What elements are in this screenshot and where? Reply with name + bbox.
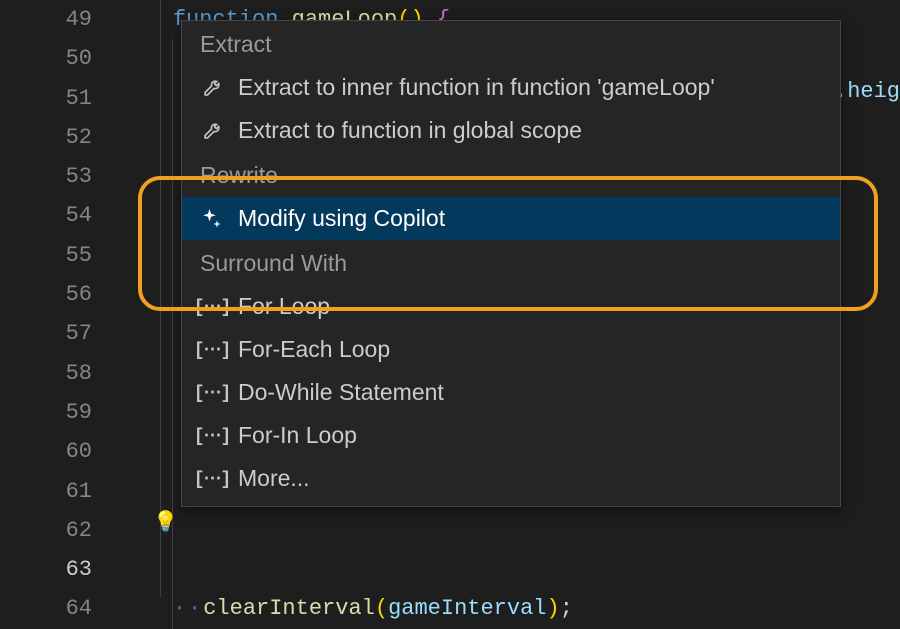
line-number: 61 [0,472,120,511]
snippet-icon: [⋯] [200,467,224,491]
line-number: 49 [0,0,120,39]
menu-item-label: For-In Loop [238,422,357,449]
snippet-icon: [⋯] [200,295,224,319]
more-item[interactable]: [⋯] More... [182,457,840,500]
menu-item-label: For-Each Loop [238,336,390,363]
line-number: 59 [0,393,120,432]
code-fragment: .heig [834,79,900,104]
line-number: 58 [0,354,120,393]
dowhile-item[interactable]: [⋯] Do-While Statement [182,371,840,414]
extract-inner-function-item[interactable]: Extract to inner function in function 'g… [182,66,840,109]
for-loop-item[interactable]: [⋯] For Loop [182,285,840,328]
section-header-extract: Extract [182,21,840,66]
section-header-surround: Surround With [182,240,840,285]
line-number: 62 [0,511,120,550]
line-number: 51 [0,79,120,118]
menu-item-label: Extract to inner function in function 'g… [238,74,715,101]
menu-item-label: For Loop [238,293,330,320]
wrench-icon [200,119,224,143]
line-number: 64 [0,589,120,628]
menu-item-label: More... [238,465,310,492]
line-number: 56 [0,275,120,314]
lightbulb-icon[interactable]: 💡 [153,509,178,534]
extract-global-function-item[interactable]: Extract to function in global scope [182,109,840,152]
section-header-rewrite: Rewrite [182,152,840,197]
line-number: 52 [0,118,120,157]
sparkle-icon [200,207,224,231]
snippet-icon: [⋯] [200,424,224,448]
forin-loop-item[interactable]: [⋯] For-In Loop [182,414,840,457]
snippet-icon: [⋯] [200,338,224,362]
modify-using-copilot-item[interactable]: Modify using Copilot [182,197,840,240]
line-number: 55 [0,236,120,275]
code-line: ··clearInterval(gameInterval); [120,589,900,628]
menu-item-label: Extract to function in global scope [238,117,582,144]
line-number: 50 [0,39,120,78]
menu-item-label: Do-While Statement [238,379,444,406]
code-line [120,550,900,589]
menu-item-label: Modify using Copilot [238,205,445,232]
snippet-icon: [⋯] [200,381,224,405]
line-number: 63 [0,550,120,589]
line-number: 60 [0,432,120,471]
line-number: 57 [0,314,120,353]
code-line [120,511,900,550]
foreach-loop-item[interactable]: [⋯] For-Each Loop [182,328,840,371]
line-number-gutter: 49 50 51 52 53 54 55 56 57 58 59 60 61 6… [0,0,120,597]
quick-fix-popup: Extract Extract to inner function in fun… [181,20,841,507]
line-number: 54 [0,196,120,235]
line-number: 53 [0,157,120,196]
wrench-icon [200,76,224,100]
